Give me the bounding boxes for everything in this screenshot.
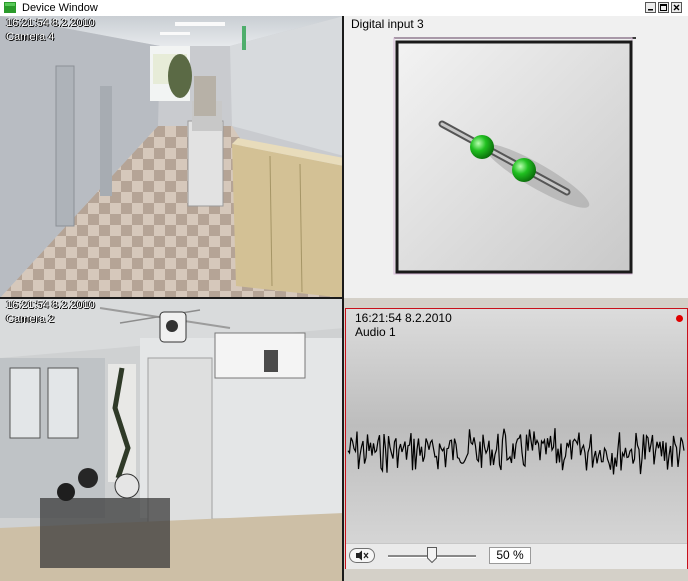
window-title: Device Window — [22, 2, 98, 14]
minimize-button[interactable] — [645, 2, 656, 13]
speaker-muted-icon — [356, 550, 369, 561]
divider — [342, 16, 344, 581]
camera-view-top[interactable]: 16:21:54 8.2.2010 Camera 4 — [0, 16, 344, 298]
camera-name: Camera 4 — [6, 31, 55, 43]
audio-panel[interactable]: 16:21:54 8.2.2010 Audio 1 50 % — [345, 308, 688, 569]
close-button[interactable] — [671, 2, 682, 13]
audio-timestamp: 16:21:54 8.2.2010 — [355, 311, 452, 325]
maximize-icon — [660, 4, 667, 11]
title-bar[interactable]: Device Window — [0, 0, 688, 17]
digital-input-panel[interactable]: Digital input 3 — [344, 16, 688, 298]
close-icon — [673, 4, 680, 11]
audio-controls: 50 % — [346, 543, 687, 569]
audio-name: Audio 1 — [355, 325, 396, 339]
camera-timestamp: 16:21:54 8.2.2010 — [6, 299, 95, 311]
mute-button[interactable] — [349, 548, 375, 563]
camera-view-bottom[interactable]: 16:21:54 8.2.2010 Camera 2 — [0, 298, 344, 581]
digital-input-connector-icon — [393, 37, 636, 275]
camera-timestamp: 16:21:54 8.2.2010 — [6, 17, 95, 29]
app-icon — [4, 2, 16, 13]
recording-indicator — [676, 315, 683, 322]
digital-input-label: Digital input 3 — [351, 17, 424, 31]
minimize-icon — [648, 9, 653, 11]
volume-slider-thumb[interactable] — [427, 547, 437, 563]
camera-lab-image — [0, 298, 344, 581]
camera-name: Camera 2 — [6, 313, 55, 325]
maximize-button[interactable] — [658, 2, 669, 13]
divider — [0, 297, 344, 299]
volume-value: 50 % — [489, 547, 531, 564]
camera-corridor-image — [0, 16, 344, 298]
audio-waveform — [346, 309, 687, 543]
